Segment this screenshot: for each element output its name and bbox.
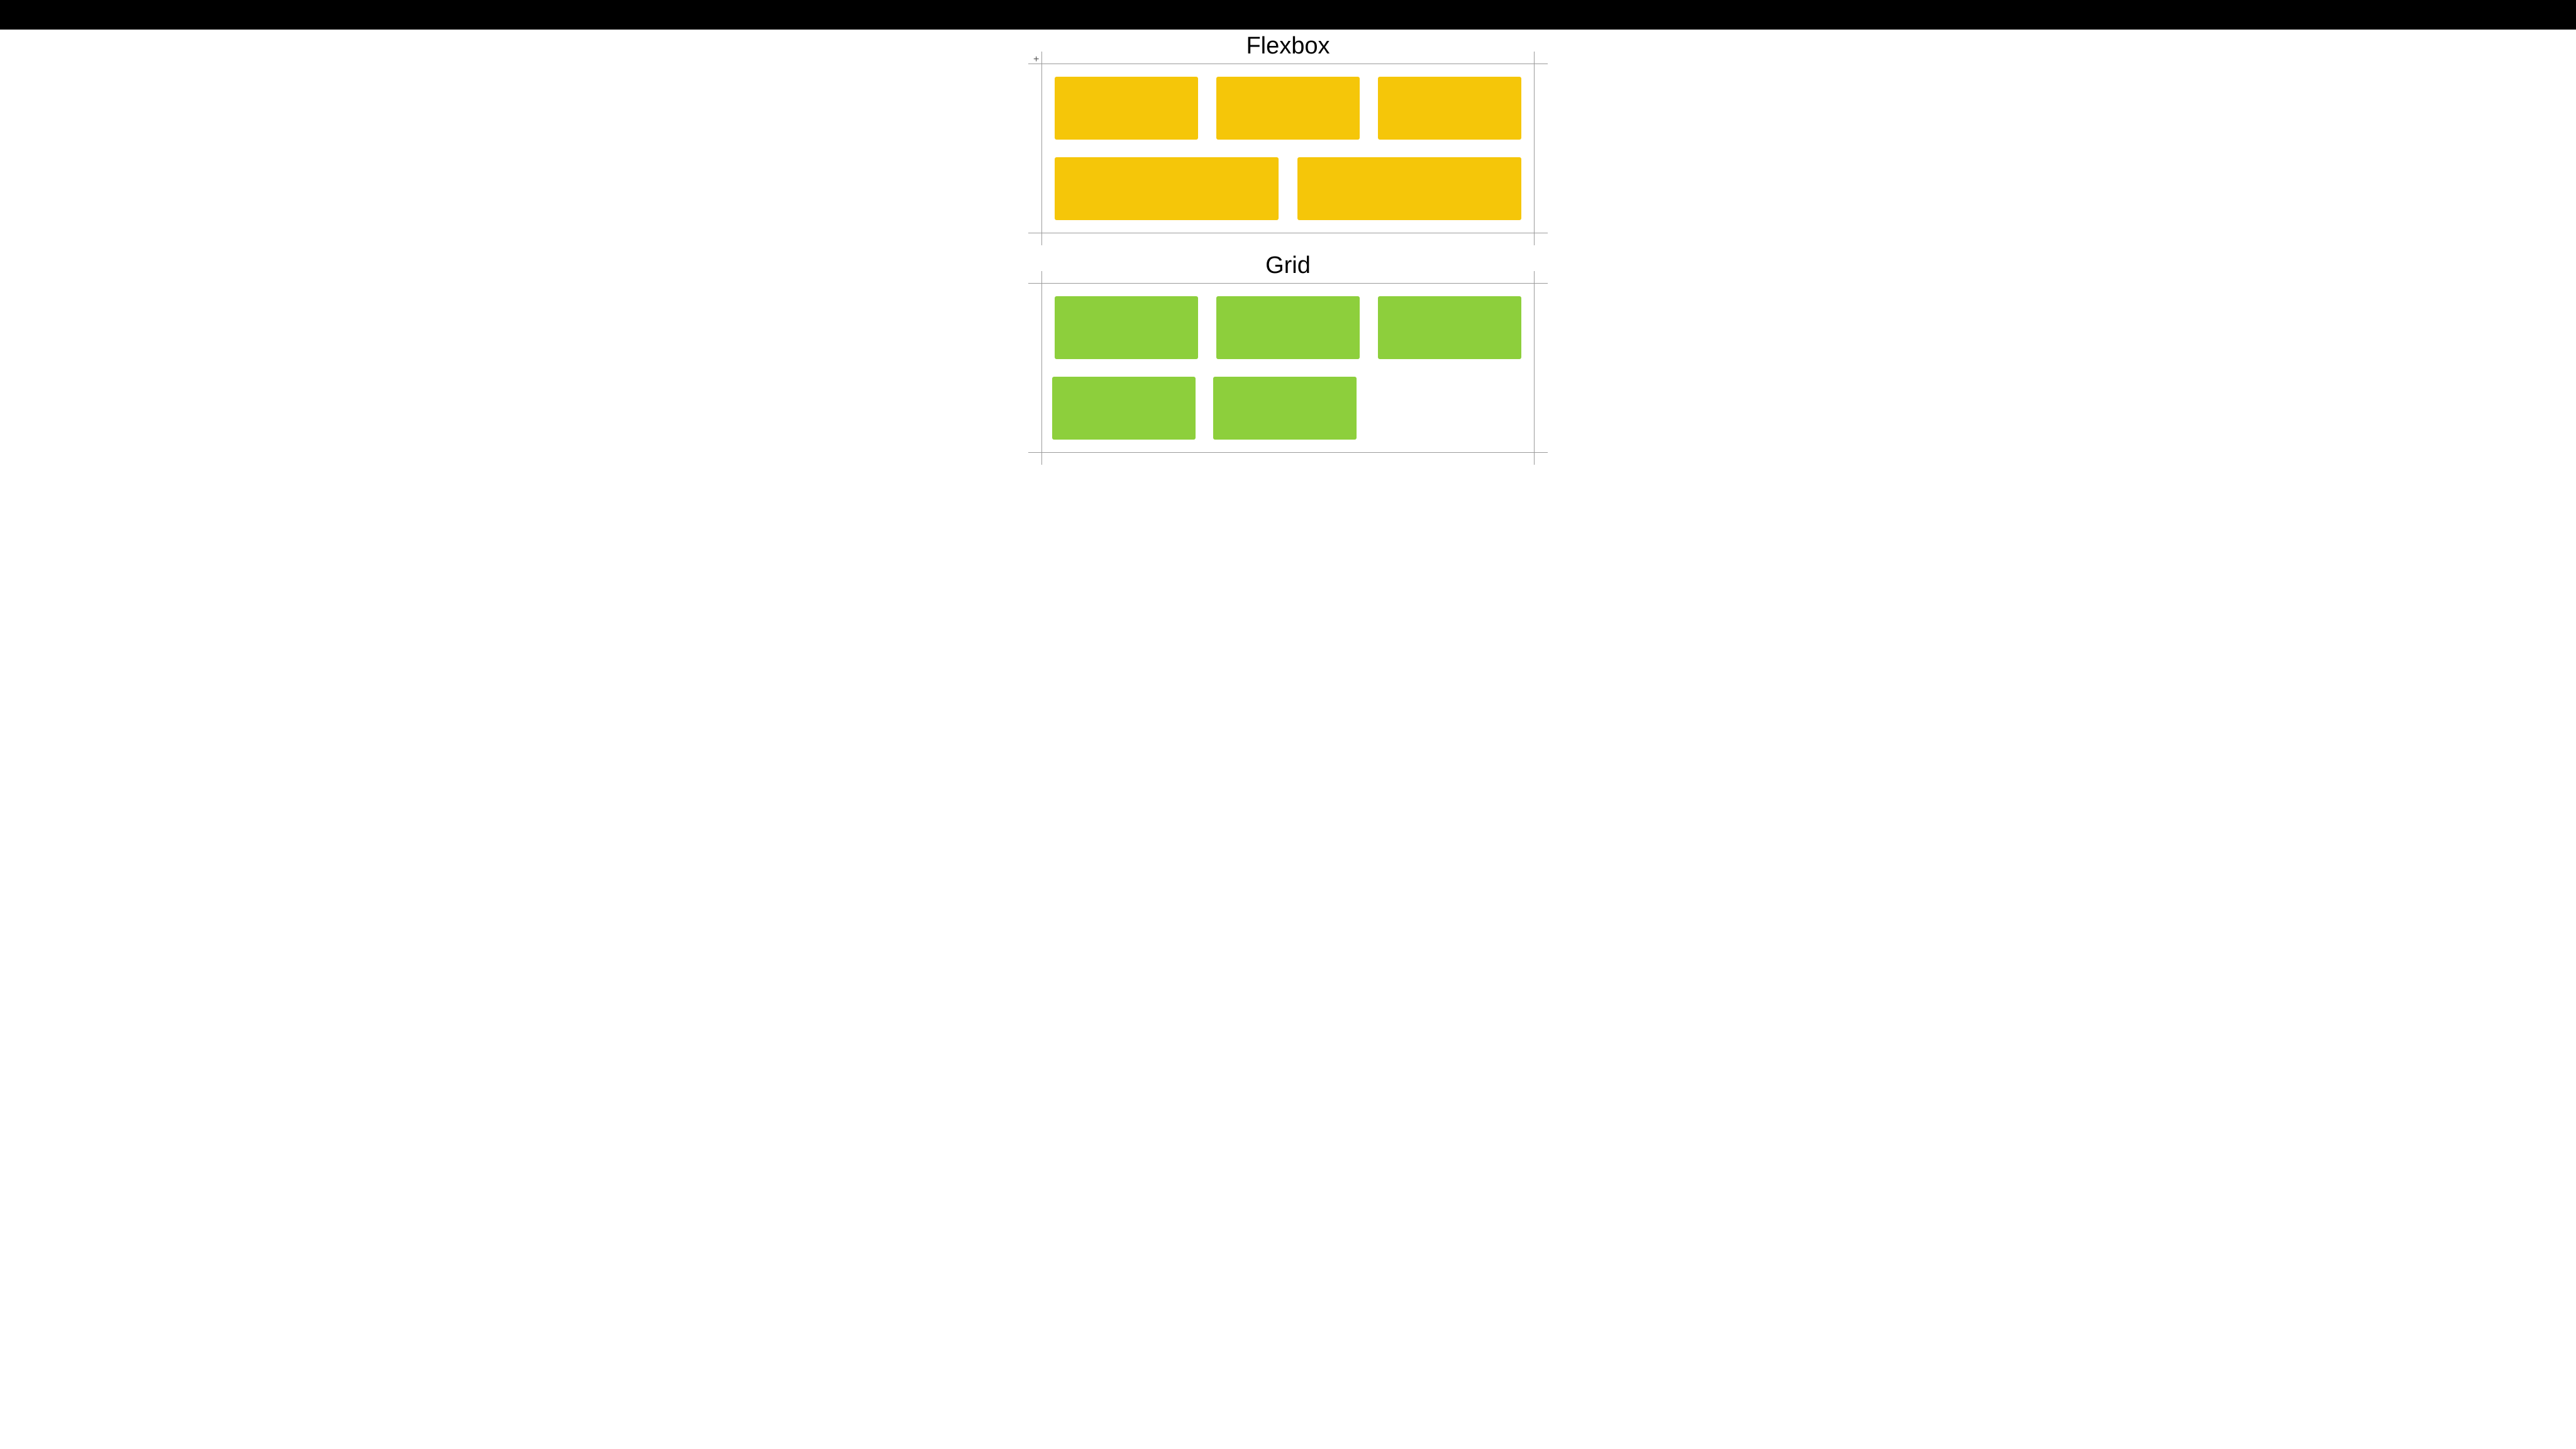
corner-extension (1028, 283, 1042, 284)
grid-item (1216, 296, 1360, 359)
grid-layout-row2 (1052, 377, 1521, 440)
corner-extension (1041, 452, 1042, 465)
corner-extension (1534, 283, 1548, 284)
grid-title: Grid (0, 252, 2576, 279)
corner-extension (1534, 52, 1535, 64)
grid-item (1055, 296, 1198, 359)
corner-extension (1041, 233, 1042, 245)
top-black-bar (0, 0, 2576, 30)
corner-extension (1534, 271, 1535, 284)
corner-extension (1534, 452, 1548, 453)
corner-extension (1041, 52, 1042, 64)
flexbox-container (1041, 64, 1535, 233)
content-area: Flexbox + Grid (0, 30, 2576, 453)
grid-item (1213, 377, 1357, 440)
corner-extension (1534, 233, 1535, 245)
corner-extension (1028, 452, 1042, 453)
flex-item (1055, 157, 1279, 220)
flexbox-title: Flexbox (0, 33, 2576, 60)
grid-container (1041, 283, 1535, 453)
flex-item (1378, 77, 1521, 140)
flexbox-layout (1055, 77, 1521, 220)
flexbox-diagram-wrap: + (1041, 64, 1535, 233)
flex-item (1055, 77, 1198, 140)
grid-diagram-wrap (1041, 283, 1535, 453)
flex-item (1297, 157, 1521, 220)
flex-item (1216, 77, 1360, 140)
grid-layout-row1 (1055, 296, 1521, 359)
corner-extension (1534, 452, 1535, 465)
grid-item (1052, 377, 1196, 440)
corner-extension (1041, 271, 1042, 284)
grid-item (1378, 296, 1521, 359)
